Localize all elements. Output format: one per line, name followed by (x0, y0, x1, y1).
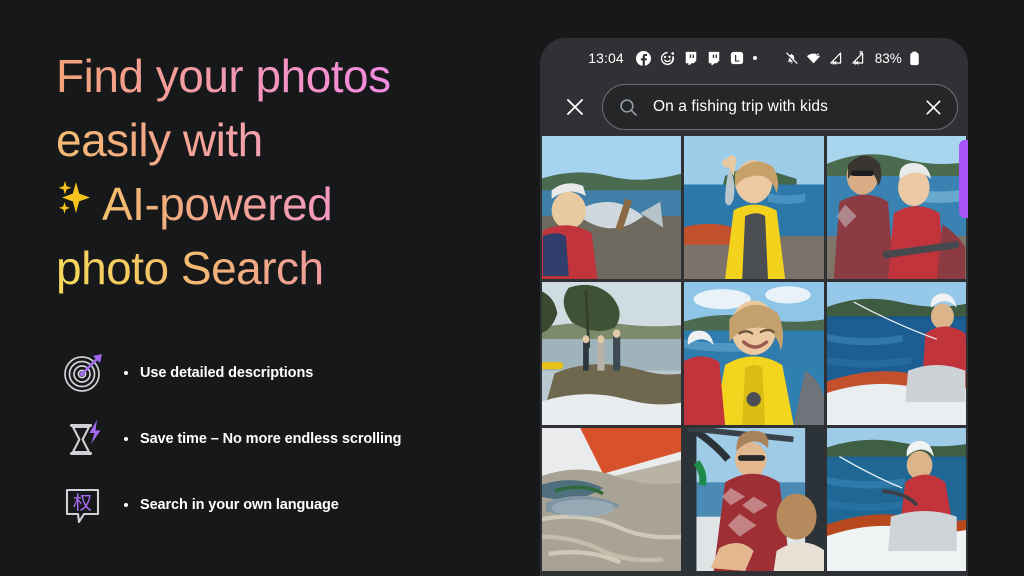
feature-label-save-time: Save time – No more endless scrolling (140, 431, 402, 447)
hourglass-lightning-icon (56, 413, 112, 465)
signal-off-x-icon (850, 50, 866, 66)
headline-line-2: easily with (56, 108, 516, 172)
headline-line-2-text: easily with (56, 114, 263, 166)
search-input-value[interactable]: On a fishing trip with kids (653, 98, 909, 116)
clear-icon (925, 99, 941, 115)
feature-item-save-time: Save time – No more endless scrolling (56, 406, 516, 472)
photo-girl-holding-small-fish[interactable] (684, 136, 824, 279)
status-bar: 13:04 L 83% (540, 38, 968, 78)
bullet-dot (124, 437, 128, 441)
letterboxd-icon: L (730, 51, 744, 65)
feature-list: Use detailed descriptions Save time – No… (56, 340, 516, 538)
battery-icon (909, 51, 920, 66)
target-dart-icon (56, 347, 112, 399)
headline-line-3: AI-powered (56, 172, 516, 236)
twitch-icon (684, 51, 698, 65)
photo-man-fishing-from-boat[interactable] (826, 282, 966, 425)
photo-woman-reeling-in-line[interactable] (826, 428, 966, 571)
twitch-icon-2 (707, 51, 721, 65)
bullet-dot (124, 503, 128, 507)
facebook-icon (635, 50, 651, 66)
signal-off-icon (828, 51, 843, 66)
svg-text:权: 权 (73, 492, 92, 514)
photo-man-and-girl-in-boat[interactable] (826, 136, 966, 279)
clear-search-button[interactable] (923, 98, 943, 117)
photo-girl-yellow-lifevest-smiling[interactable] (684, 282, 824, 425)
photo-results-grid[interactable] (540, 136, 968, 571)
headline-line-1: Find your photos (56, 44, 516, 108)
close-icon (567, 99, 583, 115)
scrollbar-thumb[interactable] (959, 140, 968, 218)
photo-man-with-child-on-dock[interactable] (684, 428, 824, 571)
search-input[interactable]: On a fishing trip with kids (602, 84, 958, 130)
system-status-icons: 83% (784, 50, 920, 66)
headline-line-4: photo Search (56, 236, 516, 300)
headline-line-4-text: photo Search (56, 242, 324, 294)
headline-line-3-text: AI-powered (102, 178, 333, 230)
feature-label-language: Search in your own language (140, 497, 339, 513)
feature-item-language: 权 Search in your own language (56, 472, 516, 538)
notification-icons: L (635, 50, 757, 66)
promo-left-panel: Find your photos easily with AI-powered … (0, 0, 530, 576)
photo-family-on-lake-shore[interactable] (542, 282, 682, 425)
status-time: 13:04 (588, 50, 624, 66)
wifi-icon (806, 51, 821, 66)
battery-percent-label: 83% (874, 50, 902, 66)
feature-label-row: Save time – No more endless scrolling (112, 431, 402, 447)
headline-line-1-text: Find your photos (56, 50, 391, 102)
page-title: Find your photos easily with AI-powered … (56, 44, 516, 300)
feature-label-row: Use detailed descriptions (112, 365, 313, 381)
translate-speech-bubble-icon: 权 (56, 479, 112, 531)
svg-text:L: L (734, 54, 740, 64)
feature-label-row: Search in your own language (112, 497, 339, 513)
feature-label-descriptions: Use detailed descriptions (140, 365, 314, 381)
photo-fish-catch-in-boat[interactable] (542, 428, 682, 571)
search-icon (619, 98, 639, 117)
bullet-dot (124, 371, 128, 375)
feature-item-descriptions: Use detailed descriptions (56, 340, 516, 406)
photo-girl-holding-large-fish[interactable] (542, 136, 682, 279)
smiley-icon (660, 51, 675, 66)
sparkles-icon (56, 178, 100, 222)
more-dot-icon (752, 56, 757, 60)
close-search-button[interactable] (554, 86, 596, 128)
phone-mockup: 13:04 L 83% On a fishing trip with kids (540, 38, 968, 576)
search-bar: On a fishing trip with kids (540, 78, 968, 136)
bell-muted-icon (784, 51, 799, 66)
